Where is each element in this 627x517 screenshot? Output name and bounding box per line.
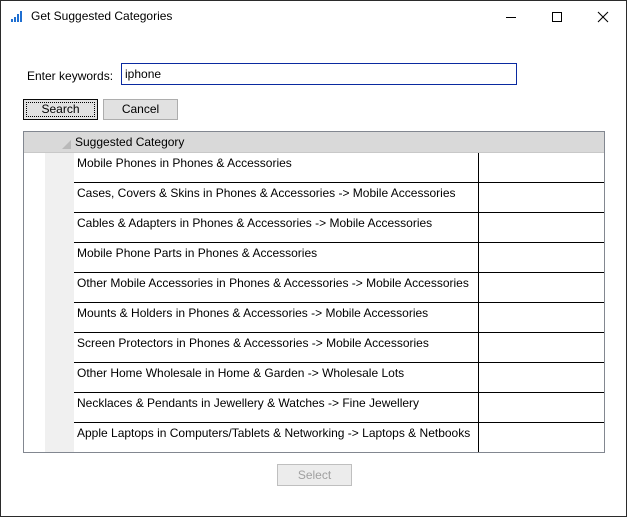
category-cell[interactable]: Mobile Phone Parts in Phones & Accessori… [74, 243, 479, 272]
category-cell[interactable]: Screen Protectors in Phones & Accessorie… [74, 333, 479, 362]
maximize-icon [552, 11, 562, 22]
select-button-label: Select [297, 468, 332, 482]
table-row[interactable]: Cases, Covers & Skins in Phones & Access… [74, 183, 604, 213]
column-header[interactable]: Suggested Category [24, 132, 604, 153]
keywords-input[interactable] [121, 63, 517, 85]
close-icon [597, 11, 609, 22]
cancel-button[interactable]: Cancel [103, 99, 178, 120]
category-cell[interactable]: Mobile Phones in Phones & Accessories [74, 153, 479, 182]
row-header-shade [45, 132, 74, 452]
focus-rectangle [26, 102, 95, 117]
table-row[interactable]: Cables & Adapters in Phones & Accessorie… [74, 213, 604, 243]
close-button[interactable] [580, 1, 626, 32]
category-cell[interactable]: Necklaces & Pendants in Jewellery & Watc… [74, 393, 479, 422]
category-cell[interactable]: Other Mobile Accessories in Phones & Acc… [74, 273, 479, 302]
table-row[interactable]: Mounts & Holders in Phones & Accessories… [74, 303, 604, 333]
table-row[interactable]: Apple Laptops in Computers/Tablets & Net… [74, 423, 604, 452]
minimize-button[interactable] [488, 1, 534, 32]
dialog-window: Get Suggested Categories Enter keywords:… [0, 0, 627, 517]
minimize-icon [506, 16, 516, 18]
category-cell[interactable]: Cables & Adapters in Phones & Accessorie… [74, 213, 479, 242]
window-title: Get Suggested Categories [31, 9, 173, 23]
table-row[interactable]: Mobile Phones in Phones & Accessories [74, 153, 604, 183]
category-cell[interactable]: Mounts & Holders in Phones & Accessories… [74, 303, 479, 332]
title-bar[interactable]: Get Suggested Categories [1, 1, 626, 32]
category-cell[interactable]: Apple Laptops in Computers/Tablets & Net… [74, 423, 479, 452]
search-button[interactable]: Search [23, 99, 98, 120]
category-cell[interactable]: Other Home Wholesale in Home & Garden ->… [74, 363, 479, 392]
table-row[interactable]: Other Home Wholesale in Home & Garden ->… [74, 363, 604, 393]
row-header-column [24, 132, 45, 452]
signal-bars-icon [11, 11, 22, 22]
maximize-button[interactable] [534, 1, 580, 32]
grid-rows: Mobile Phones in Phones & Accessories Ca… [74, 153, 604, 452]
table-row[interactable]: Screen Protectors in Phones & Accessorie… [74, 333, 604, 363]
category-cell[interactable]: Cases, Covers & Skins in Phones & Access… [74, 183, 479, 212]
cancel-button-label: Cancel [121, 102, 160, 116]
table-row[interactable]: Mobile Phone Parts in Phones & Accessori… [74, 243, 604, 273]
suggested-categories-grid[interactable]: Suggested Category Mobile Phones in Phon… [23, 131, 605, 453]
keywords-label: Enter keywords: [27, 69, 114, 83]
sort-triangle-icon [62, 140, 71, 149]
select-button[interactable]: Select [277, 464, 352, 486]
table-row[interactable]: Necklaces & Pendants in Jewellery & Watc… [74, 393, 604, 423]
table-row[interactable]: Other Mobile Accessories in Phones & Acc… [74, 273, 604, 303]
column-header-label: Suggested Category [75, 135, 185, 149]
